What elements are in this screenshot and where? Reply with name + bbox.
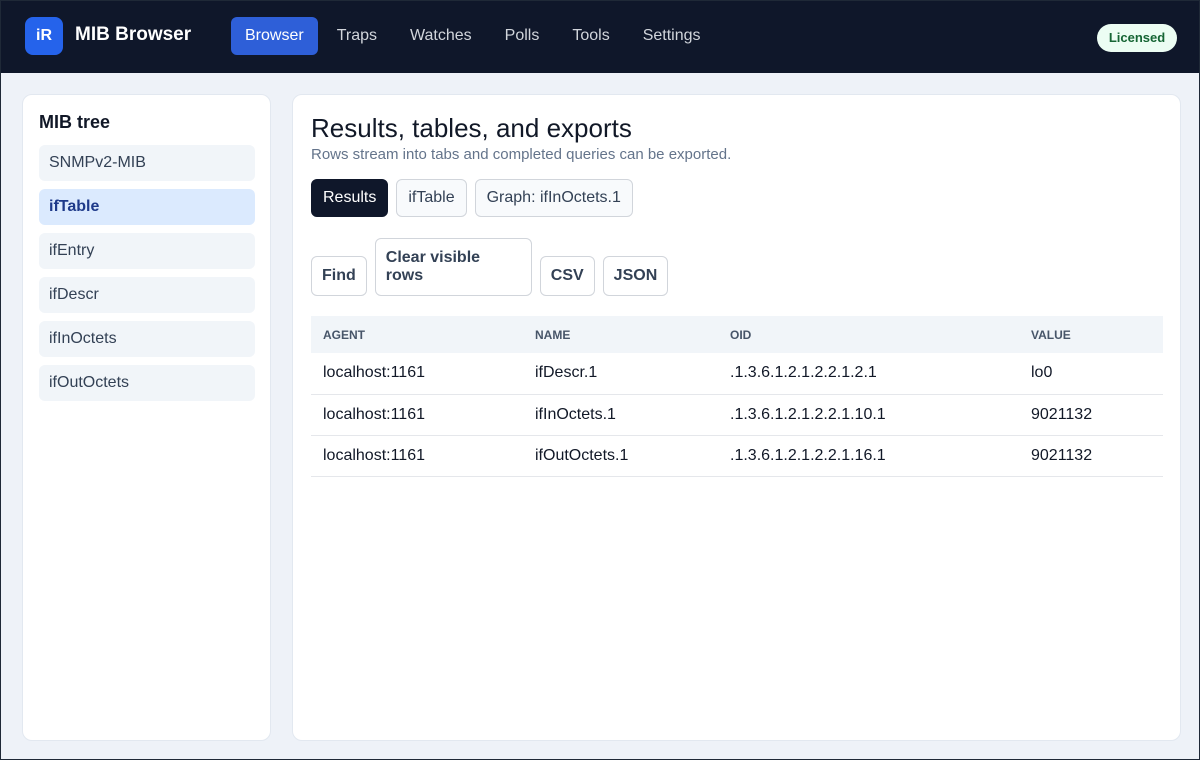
clear-visible-rows-button[interactable]: Clear visible rows [374,238,532,296]
tab-results[interactable]: Results [311,179,389,217]
action-toolbar: Find Clear visible rows CSV JSON [311,238,676,296]
cell-value: 9021132 [1019,394,1163,436]
results-table: AGENT NAME OID VALUE localhost:1161 ifDe… [311,316,1163,477]
nav-item-settings[interactable]: Settings [628,17,716,55]
sidebar-title: MIB tree [39,112,111,132]
find-button[interactable]: Find [311,256,367,296]
tree-item-snmpv2-mib[interactable]: SNMPv2-MIB [39,145,255,181]
table-row[interactable]: localhost:1161 ifDescr.1 .1.3.6.1.2.1.2.… [311,353,1163,395]
tab-iftable[interactable]: ifTable [396,179,467,217]
mib-tree-list: SNMPv2-MIB ifTable ifEntry ifDescr ifInO… [39,145,255,409]
nav-item-traps[interactable]: Traps [322,17,392,55]
cell-name: ifInOctets.1 [523,394,718,436]
app-title: MIB Browser [75,24,192,45]
tree-item-iftable[interactable]: ifTable [39,189,255,225]
tree-item-ifentry[interactable]: ifEntry [39,233,255,269]
cell-oid: .1.3.6.1.2.1.2.2.1.2.1 [718,353,1019,395]
result-tabs: Results ifTable Graph: ifInOctets.1 [311,179,641,217]
cell-name: ifDescr.1 [523,353,718,395]
nav-item-watches[interactable]: Watches [395,17,487,55]
tree-item-ifoutoctets[interactable]: ifOutOctets [39,365,255,401]
tree-item-ifdescr[interactable]: ifDescr [39,277,255,313]
table-header-row: AGENT NAME OID VALUE [311,316,1163,353]
export-json-button[interactable]: JSON [602,256,669,296]
cell-name: ifOutOctets.1 [523,435,718,477]
table-row[interactable]: localhost:1161 ifOutOctets.1 .1.3.6.1.2.… [311,435,1163,477]
cell-agent: localhost:1161 [311,394,523,436]
nav-item-browser[interactable]: Browser [231,17,318,55]
license-badge: Licensed [1097,24,1177,52]
cell-oid: .1.3.6.1.2.1.2.2.1.16.1 [718,435,1019,477]
nav-item-polls[interactable]: Polls [490,17,555,55]
export-csv-button[interactable]: CSV [539,256,595,296]
page-subtitle: Rows stream into tabs and completed quer… [311,146,732,163]
mib-tree-sidebar: MIB tree SNMPv2-MIB ifTable ifEntry ifDe… [22,94,271,741]
cell-agent: localhost:1161 [311,435,523,477]
cell-oid: .1.3.6.1.2.1.2.2.1.10.1 [718,394,1019,436]
main-nav: Browser Traps Watches Polls Tools Settin… [231,17,719,55]
cell-value: lo0 [1019,353,1163,395]
cell-agent: localhost:1161 [311,353,523,395]
column-header-agent[interactable]: AGENT [311,316,523,353]
column-header-name[interactable]: NAME [523,316,718,353]
cell-value: 9021132 [1019,435,1163,477]
table-row[interactable]: localhost:1161 ifInOctets.1 .1.3.6.1.2.1… [311,394,1163,436]
tab-graph-ifinoctets[interactable]: Graph: ifInOctets.1 [474,179,633,217]
column-header-oid[interactable]: OID [718,316,1019,353]
nav-item-tools[interactable]: Tools [557,17,624,55]
page-title: Results, tables, and exports [311,113,632,143]
app-logo: iR [25,17,63,55]
results-panel: Results, tables, and exports Rows stream… [292,94,1181,741]
tree-item-ifinoctets[interactable]: ifInOctets [39,321,255,357]
column-header-value[interactable]: VALUE [1019,316,1163,353]
top-bar: iR MIB Browser Browser Traps Watches Pol… [0,0,1200,73]
